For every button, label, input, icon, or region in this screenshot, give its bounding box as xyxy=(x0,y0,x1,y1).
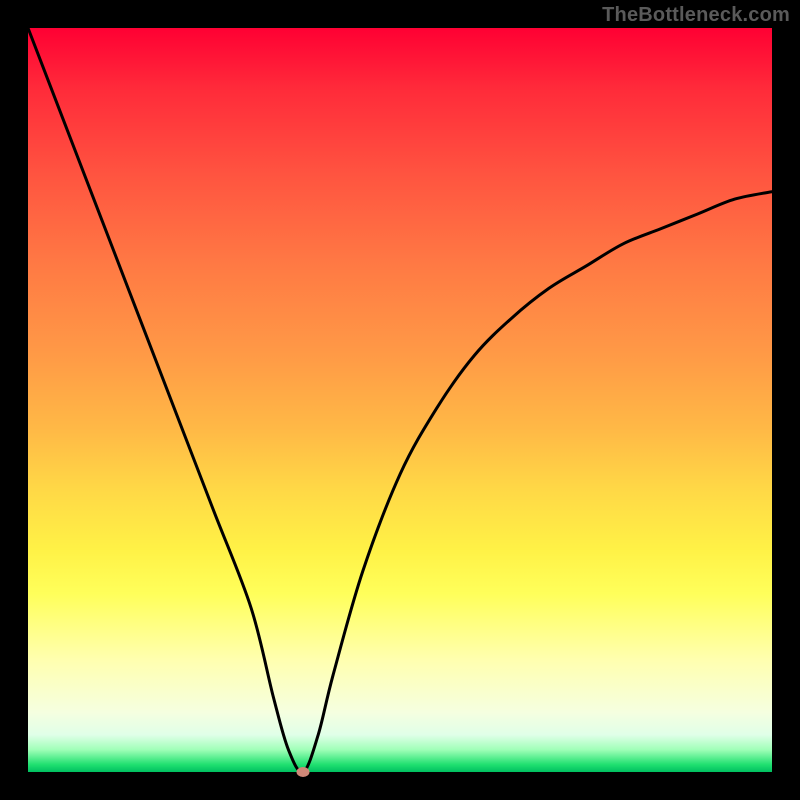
watermark-text: TheBottleneck.com xyxy=(602,4,790,27)
curve-svg xyxy=(28,28,772,772)
minimum-marker xyxy=(297,767,310,777)
bottleneck-curve xyxy=(28,28,772,772)
chart-container: TheBottleneck.com xyxy=(0,0,800,800)
plot-area xyxy=(28,28,772,772)
